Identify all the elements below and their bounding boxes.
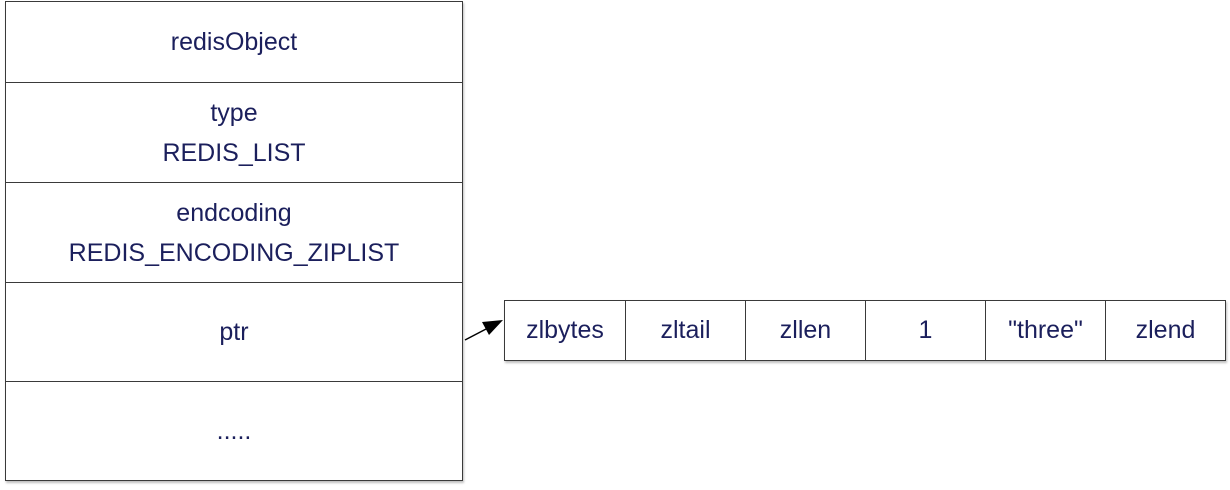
ziplist-cell-entry-three: "three" (985, 301, 1105, 360)
ziplist-cell-zllen: zllen (745, 301, 865, 360)
ziplist-cell-zlbytes: zlbytes (526, 316, 604, 344)
ziplist-cell-zlend: zlend (1105, 301, 1225, 360)
ptr-arrow-line (464, 327, 489, 341)
ziplist-cell-entry-1: 1 (865, 301, 985, 360)
ziplist-cell-zltail: zltail (625, 301, 745, 360)
ziplist-box: zlbytes zltail zllen 1 "three" zlend (504, 300, 1226, 361)
ptr-arrow (464, 320, 503, 341)
ptr-arrow-head (482, 320, 503, 335)
